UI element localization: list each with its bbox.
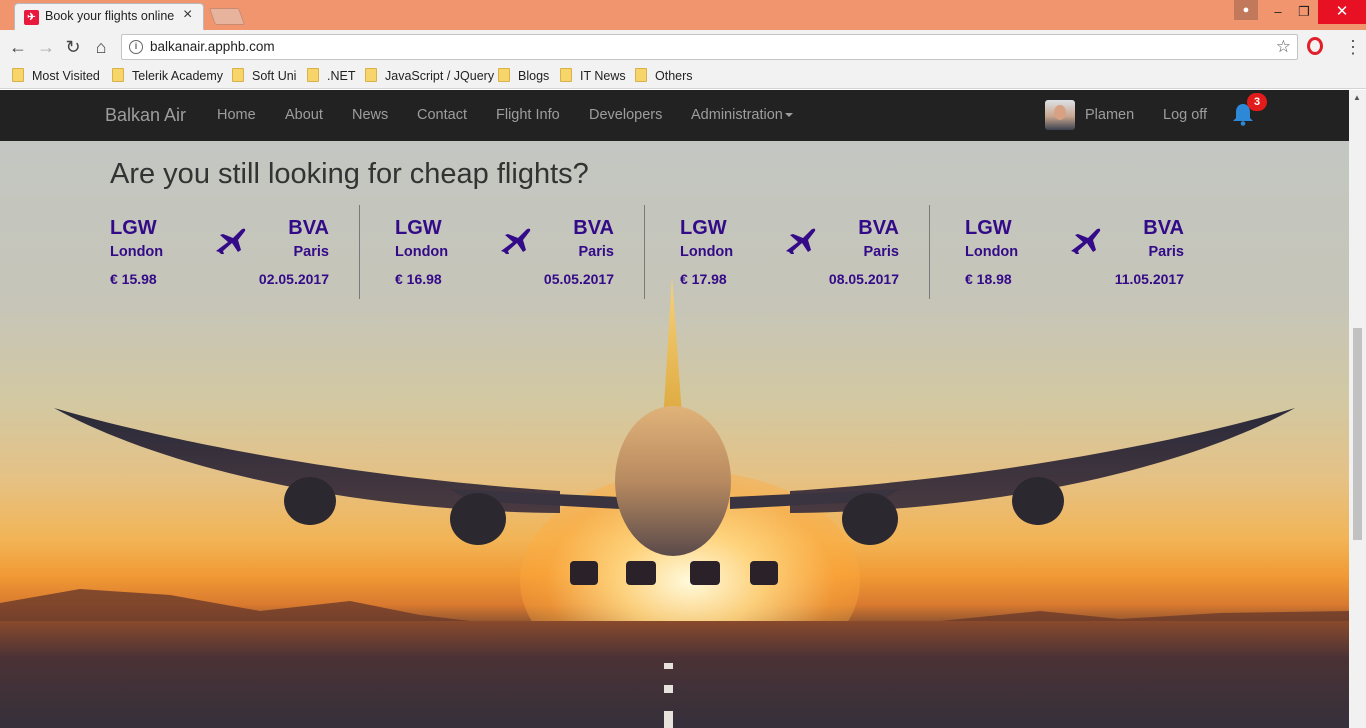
- bookmark-javascript-jquery[interactable]: JavaScript / JQuery: [365, 68, 494, 83]
- deal-price: € 17.98: [680, 271, 727, 287]
- nav-contact[interactable]: Contact: [417, 107, 467, 123]
- folder-icon: [12, 68, 24, 82]
- nav-user-name[interactable]: Plamen: [1085, 107, 1134, 123]
- brand-link[interactable]: Balkan Air: [105, 105, 186, 126]
- caret-down-icon: [784, 113, 793, 118]
- nav-developers[interactable]: Developers: [589, 107, 662, 123]
- destination-city: Paris: [863, 244, 899, 260]
- folder-icon: [560, 68, 572, 82]
- deal-divider: [644, 205, 645, 299]
- home-icon[interactable]: ⌂: [90, 36, 112, 58]
- user-profile-icon[interactable]: ●: [1234, 0, 1258, 20]
- nav-administration-label: Administration: [691, 107, 783, 123]
- bookmark-dotnet[interactable]: .NET: [307, 68, 355, 83]
- nav-log-off[interactable]: Log off: [1163, 107, 1207, 123]
- nav-home[interactable]: Home: [217, 107, 256, 123]
- destination-city: Paris: [293, 244, 329, 260]
- destination-code: BVA: [1143, 217, 1184, 239]
- destination-city: Paris: [1148, 244, 1184, 260]
- browser-tab[interactable]: ✈ Book your flights online ×: [14, 3, 204, 30]
- page-viewport: Balkan Air Home About News Contact Fligh…: [0, 90, 1349, 728]
- origin-city: London: [110, 244, 164, 260]
- folder-icon: [635, 68, 647, 82]
- url-text[interactable]: balkanair.apphb.com: [150, 39, 275, 54]
- avatar[interactable]: [1045, 100, 1075, 130]
- origin-code: LGW: [965, 217, 1012, 239]
- scroll-up-arrow-icon[interactable]: ▲: [1353, 93, 1361, 102]
- forward-arrow-icon[interactable]: →: [35, 36, 57, 58]
- site-favicon-icon: ✈: [24, 10, 39, 25]
- folder-icon: [365, 68, 377, 82]
- deal-date: 11.05.2017: [1114, 271, 1184, 287]
- origin-city: London: [395, 244, 449, 260]
- origin-code: LGW: [110, 217, 157, 239]
- origin-city: London: [680, 244, 734, 260]
- reload-icon[interactable]: ↻: [62, 36, 84, 58]
- restore-button[interactable]: ❐: [1290, 0, 1318, 24]
- browser-toolbar: ← → ↻ ⌂ i balkanair.apphb.com ☆ ⋮: [0, 30, 1366, 64]
- page-title: Are you still looking for cheap flights?: [110, 158, 589, 190]
- bookmark-telerik-academy[interactable]: Telerik Academy: [112, 68, 223, 83]
- airplane-icon: [1071, 228, 1101, 254]
- deal-price: € 15.98: [110, 271, 157, 287]
- bookmark-it-news[interactable]: IT News: [560, 68, 626, 83]
- bookmarks-bar: Most Visited Telerik Academy Soft Uni .N…: [0, 64, 1366, 89]
- origin-city: London: [965, 244, 1019, 260]
- browser-menu-icon[interactable]: ⋮: [1344, 34, 1362, 60]
- destination-code: BVA: [858, 217, 899, 239]
- folder-icon: [232, 68, 244, 82]
- opera-extension-icon[interactable]: [1307, 37, 1323, 55]
- deal-price: € 16.98: [395, 271, 442, 287]
- flight-deal-card[interactable]: LGW BVA London Paris € 16.98 05.05.2017: [395, 211, 614, 295]
- nav-news[interactable]: News: [352, 107, 388, 123]
- tab-close-icon[interactable]: ×: [183, 6, 192, 24]
- address-bar[interactable]: i balkanair.apphb.com ☆: [121, 34, 1298, 60]
- deal-divider: [359, 205, 360, 299]
- airplane-icon: [216, 228, 246, 254]
- flight-deal-card[interactable]: LGW BVA London Paris € 17.98 08.05.2017: [680, 211, 899, 295]
- flight-deal-card[interactable]: LGW BVA London Paris € 15.98 02.05.2017: [110, 211, 329, 295]
- bookmark-blogs[interactable]: Blogs: [498, 68, 549, 83]
- scrollbar-thumb[interactable]: [1353, 328, 1362, 540]
- page-scrollbar[interactable]: ▲: [1349, 90, 1366, 728]
- new-tab-button[interactable]: [208, 8, 246, 25]
- destination-code: BVA: [288, 217, 329, 239]
- nav-administration-dropdown[interactable]: Administration: [691, 107, 793, 123]
- destination-code: BVA: [573, 217, 614, 239]
- origin-code: LGW: [395, 217, 442, 239]
- deal-date: 02.05.2017: [258, 271, 329, 287]
- hero-section: Are you still looking for cheap flights?…: [0, 141, 1349, 728]
- airplane-icon: [501, 228, 531, 254]
- flight-deal-card[interactable]: LGW BVA London Paris € 18.98 11.05.2017: [965, 211, 1184, 295]
- site-navbar: Balkan Air Home About News Contact Fligh…: [0, 90, 1349, 141]
- notification-badge[interactable]: 3: [1247, 93, 1267, 111]
- deal-price: € 18.98: [965, 271, 1012, 287]
- airplane-icon: [786, 228, 816, 254]
- window-titlebar: ✈ Book your flights online × ● – ❐ ✕: [0, 0, 1366, 30]
- destination-city: Paris: [578, 244, 614, 260]
- bookmark-soft-uni[interactable]: Soft Uni: [232, 68, 296, 83]
- deal-date: 05.05.2017: [543, 271, 614, 287]
- bookmark-others[interactable]: Others: [635, 68, 693, 83]
- bookmark-star-icon[interactable]: ☆: [1276, 37, 1291, 57]
- deal-divider: [929, 205, 930, 299]
- folder-icon: [307, 68, 319, 82]
- minimize-button[interactable]: –: [1264, 0, 1292, 24]
- folder-icon: [112, 68, 124, 82]
- nav-about[interactable]: About: [285, 107, 323, 123]
- folder-icon: [498, 68, 510, 82]
- nav-flight-info[interactable]: Flight Info: [496, 107, 560, 123]
- site-info-icon[interactable]: i: [129, 40, 143, 54]
- bookmark-most-visited[interactable]: Most Visited: [12, 68, 100, 83]
- origin-code: LGW: [680, 217, 727, 239]
- deal-date: 08.05.2017: [828, 271, 899, 287]
- tab-title: Book your flights online: [45, 9, 175, 23]
- back-arrow-icon[interactable]: ←: [7, 36, 29, 58]
- close-window-button[interactable]: ✕: [1318, 0, 1366, 24]
